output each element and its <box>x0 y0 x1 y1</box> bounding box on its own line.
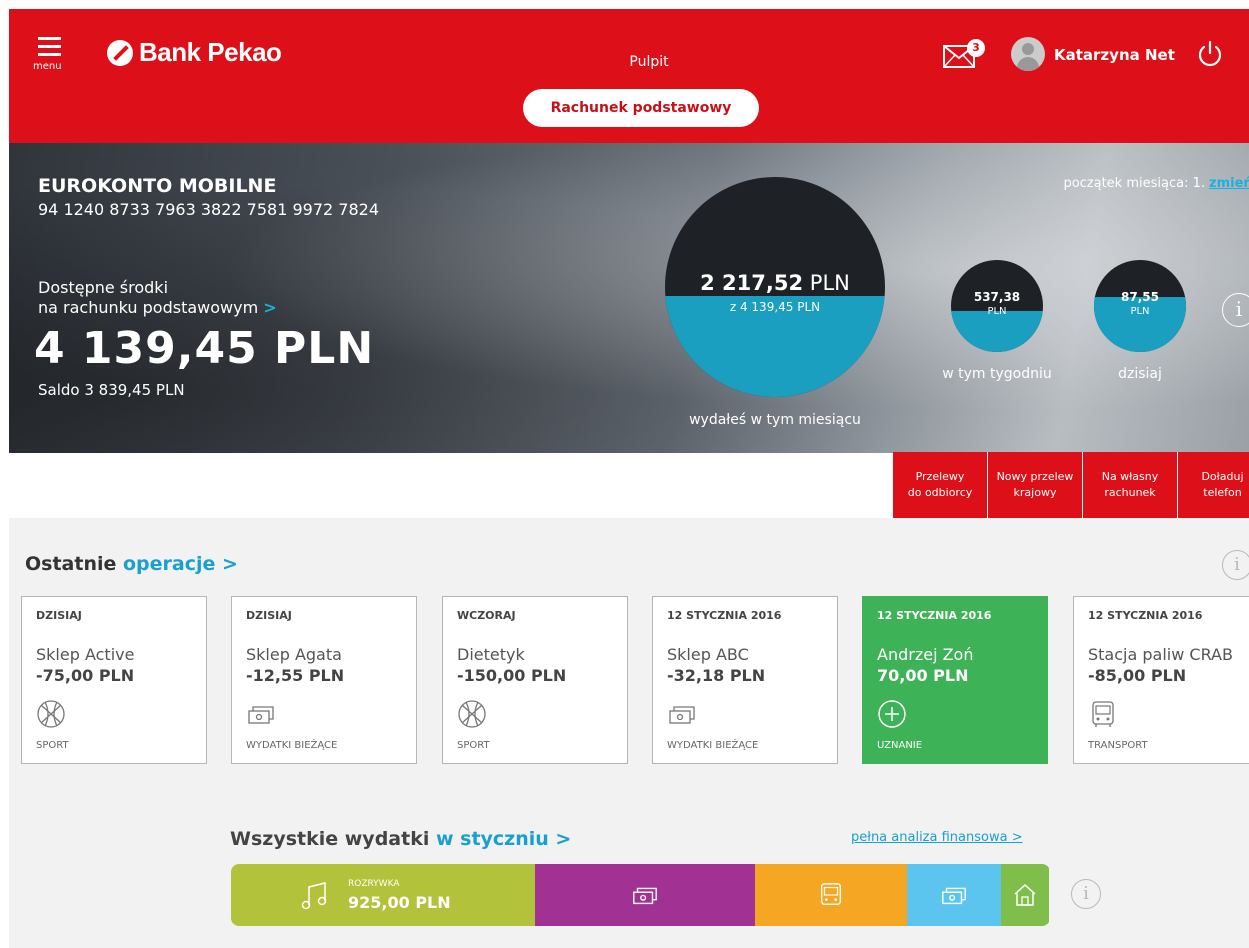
operation-amount: -150,00 PLN <box>457 666 567 685</box>
operation-category: SPORT <box>457 740 490 751</box>
operation-name: Sklep ABC <box>667 645 749 664</box>
user-name[interactable]: Katarzyna Net <box>1054 46 1175 64</box>
operation-category: UZNANIE <box>877 740 923 751</box>
avatar[interactable] <box>1011 37 1045 71</box>
operation-amount: 70,00 PLN <box>877 666 969 685</box>
month-spending-caption: wydałeś w tym miesiącu <box>689 412 861 428</box>
operation-category: SPORT <box>36 740 69 751</box>
all-expenses-title[interactable]: Wszystkie wydatki w styczniu > <box>230 828 571 850</box>
available-funds-label: Dostępne środki <box>38 278 169 297</box>
account-selector-button[interactable]: Rachunek podstawowy <box>523 89 759 127</box>
month-spending-amount: 2 217,52 PLN <box>700 271 850 295</box>
info-icon[interactable]: i <box>1071 879 1101 909</box>
operation-name: Andrzej Zoń <box>877 645 974 664</box>
brand-logo[interactable]: Bank Pekao <box>107 37 282 68</box>
cash-icon <box>633 887 657 905</box>
expense-segment-entertainment[interactable]: ROZRYWKA 925,00 PLN <box>231 864 535 926</box>
week-spending-caption: w tym tygodniu <box>942 366 1052 382</box>
operation-amount: -85,00 PLN <box>1088 666 1187 685</box>
bus-icon <box>820 883 842 906</box>
operation-date: WCZORAJ <box>457 609 516 622</box>
expense-segment-other[interactable] <box>907 864 1001 926</box>
operation-card[interactable]: 12 STYCZNIA 2016 Andrzej Zoń 70,00 PLN U… <box>862 596 1048 764</box>
quick-action-payee-transfer[interactable]: Przelewy do odbiorcy <box>893 452 988 518</box>
operation-date: 12 STYCZNIA 2016 <box>877 609 992 622</box>
messages-button[interactable]: 3 <box>943 39 985 73</box>
operation-amount: -32,18 PLN <box>667 666 766 685</box>
quick-action-new-domestic-transfer[interactable]: Nowy przelew krajowy <box>988 452 1083 518</box>
week-spending-amount: 537,38 <box>973 290 1021 304</box>
operation-date: DZISIAJ <box>36 609 82 622</box>
plus-circle-icon <box>878 700 906 728</box>
available-balance: 4 139,45 PLN <box>34 323 375 374</box>
operation-card[interactable]: DZISIAJ Sklep Active -75,00 PLN SPORT <box>21 596 207 764</box>
operation-card[interactable]: DZISIAJ Sklep Agata -12,55 PLN WYDATKI B… <box>231 596 417 764</box>
operation-amount: -12,55 PLN <box>246 666 345 685</box>
operation-date: 12 STYCZNIA 2016 <box>667 609 782 622</box>
info-icon[interactable]: i <box>1222 550 1249 580</box>
segment-value: 925,00 PLN <box>348 893 451 912</box>
month-spending-of-total: z 4 139,45 PLN <box>729 300 821 314</box>
expenses-breakdown-bar: ROZRYWKA 925,00 PLN <box>231 864 1050 926</box>
today-spending-amount: 87,55 <box>1121 290 1159 304</box>
operation-name: Sklep Agata <box>246 645 342 664</box>
cash-icon <box>942 887 966 905</box>
hamburger-icon <box>38 37 61 40</box>
operation-name: Sklep Active <box>36 645 135 664</box>
ball-icon <box>458 700 486 728</box>
month-start-label: początek miesiąca: 1. <box>1063 176 1205 191</box>
today-spending-caption: dzisiaj <box>1118 366 1162 382</box>
expense-segment-home[interactable] <box>1001 864 1049 926</box>
operation-date: DZISIAJ <box>246 609 292 622</box>
today-spending-unit: PLN <box>1130 306 1150 317</box>
menu-label: menu <box>33 61 62 72</box>
expense-segment-transport[interactable] <box>755 864 907 926</box>
pekao-logo-icon <box>107 39 133 66</box>
account-summary-panel: EUROKONTO MOBILNE 94 1240 8733 7963 3822… <box>9 143 1249 453</box>
account-name: EUROKONTO MOBILNE <box>38 175 277 197</box>
financial-analysis-link[interactable]: pełna analiza finansowa > <box>851 830 1023 845</box>
menu-button[interactable]: menu <box>33 29 69 79</box>
week-spending-unit: PLN <box>987 306 1007 317</box>
segment-label: ROZRYWKA <box>348 879 400 889</box>
operation-card[interactable]: 12 STYCZNIA 2016 Stacja paliw CRAB -85,0… <box>1073 596 1249 764</box>
operation-name: Dietetyk <box>457 645 525 664</box>
ledger-balance: Saldo 3 839,45 PLN <box>38 381 185 399</box>
info-icon[interactable]: i <box>1222 293 1249 327</box>
change-month-start-link[interactable]: zmień <box>1209 176 1249 191</box>
quick-action-phone-topup[interactable]: Doładuj telefon <box>1178 452 1249 518</box>
operation-card[interactable]: 12 STYCZNIA 2016 Sklep ABC -32,18 PLN WY… <box>652 596 838 764</box>
home-icon <box>1014 883 1036 906</box>
operation-category: TRANSPORT <box>1088 740 1148 751</box>
expense-segment-current[interactable] <box>535 864 755 926</box>
available-funds-link[interactable]: na rachunku podstawowym > <box>38 298 277 317</box>
top-bar: menu Bank Pekao Pulpit Rachunek podstawo… <box>9 9 1249 143</box>
ball-icon <box>37 700 65 728</box>
cash-icon <box>248 706 274 724</box>
unread-badge: 3 <box>967 39 985 57</box>
bus-icon <box>1092 701 1114 727</box>
cash-icon <box>669 706 695 724</box>
chevron-right-icon: > <box>263 298 277 317</box>
account-number: 94 1240 8733 7963 3822 7581 9972 7824 <box>38 200 379 219</box>
page-title: Pulpit <box>629 54 669 70</box>
quick-action-own-account-transfer[interactable]: Na własny rachunek <box>1083 452 1178 518</box>
operation-amount: -75,00 PLN <box>36 666 135 685</box>
operation-date: 12 STYCZNIA 2016 <box>1088 609 1203 622</box>
operation-category: WYDATKI BIEŻĄCE <box>246 740 338 751</box>
music-icon <box>301 882 327 910</box>
recent-operations-title[interactable]: Ostatnie operacje > <box>25 553 238 575</box>
operation-category: WYDATKI BIEŻĄCE <box>667 740 759 751</box>
power-icon <box>1198 40 1222 67</box>
operation-name: Stacja paliw CRAB <box>1088 645 1233 664</box>
logout-button[interactable] <box>1195 39 1225 69</box>
brand-name: Bank Pekao <box>139 37 282 67</box>
operation-card[interactable]: WCZORAJ Dietetyk -150,00 PLN SPORT <box>442 596 628 764</box>
